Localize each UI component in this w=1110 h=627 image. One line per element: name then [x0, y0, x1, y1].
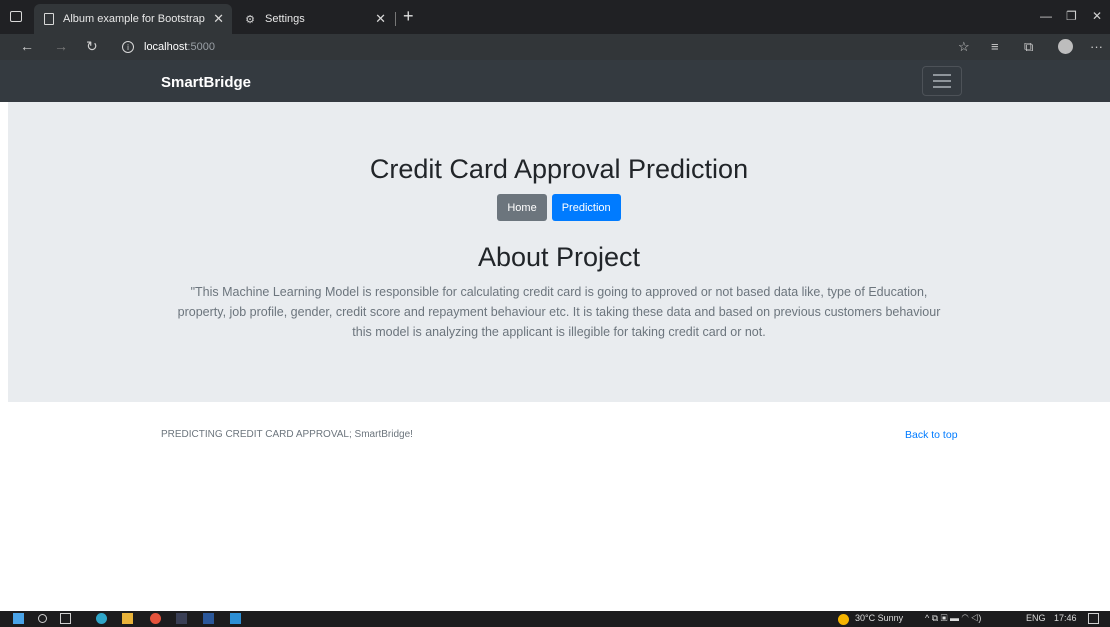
task-view-icon[interactable] [60, 613, 71, 624]
about-description: "This Machine Learning Model is responsi… [177, 285, 941, 339]
navbar-brand[interactable]: SmartBridge [161, 74, 251, 91]
tab-divider [395, 12, 396, 26]
new-tab-icon[interactable]: + [403, 6, 414, 27]
restore-icon[interactable]: ❐ [1066, 9, 1077, 23]
clock[interactable]: 17:46 [1054, 613, 1077, 623]
site-navbar: SmartBridge [0, 60, 1110, 102]
tray-icons[interactable]: ^ ⧉ ▣ ▬ ◠ ◁) [925, 613, 981, 624]
favorites-icon[interactable]: ≡ [991, 39, 999, 54]
file-explorer-icon[interactable] [122, 613, 133, 624]
url-field[interactable]: i localhost:5000 [112, 36, 1092, 58]
url-port: :5000 [187, 41, 215, 53]
tab-album-example[interactable]: Album example for Bootstrap ✕ [34, 4, 232, 34]
weather-sun-icon [838, 614, 849, 625]
hamburger-line [933, 86, 951, 88]
about-heading: About Project [477, 242, 641, 272]
url-host: localhost [144, 41, 188, 53]
home-button[interactable]: Home [497, 194, 547, 221]
search-icon[interactable] [38, 614, 47, 623]
navbar-toggler-button[interactable] [922, 66, 962, 96]
close-tab-icon[interactable]: ✕ [213, 11, 224, 27]
terminal-icon[interactable] [176, 613, 187, 624]
language-indicator[interactable]: ENG [1026, 613, 1046, 623]
gear-icon: ⚙ [245, 13, 255, 26]
hamburger-line [933, 80, 951, 82]
windows-taskbar: 30°C Sunny ^ ⧉ ▣ ▬ ◠ ◁) ENG 17:46 [0, 611, 1110, 627]
site-info-icon[interactable]: i [122, 41, 134, 53]
jumbotron: Credit Card Approval Prediction Home Pre… [8, 102, 1110, 402]
browser-tab-bar: Album example for Bootstrap ✕ ⚙ Settings… [0, 0, 1110, 34]
app-icon[interactable] [230, 613, 241, 624]
collections-icon[interactable]: ⧉ [1024, 39, 1033, 55]
edge-icon[interactable] [96, 613, 107, 624]
notifications-icon[interactable] [1088, 613, 1099, 624]
profile-icon[interactable] [1058, 39, 1073, 54]
back-to-top-link[interactable]: Back to top [905, 429, 958, 441]
address-bar-row: ← → ↻ i localhost:5000 ☆ ≡ ⧉ ··· [0, 34, 1110, 60]
more-menu-icon[interactable]: ··· [1090, 39, 1103, 54]
word-icon[interactable] [203, 613, 214, 624]
back-icon[interactable]: ← [20, 38, 34, 54]
tab-actions-icon[interactable] [10, 11, 22, 22]
footer-text: PREDICTING CREDIT CARD APPROVAL; SmartBr… [161, 429, 413, 440]
start-icon[interactable] [13, 613, 24, 624]
page-icon [44, 13, 54, 25]
tab-settings[interactable]: ⚙ Settings ✕ [234, 4, 394, 34]
tab-title: Album example for Bootstrap [63, 13, 205, 25]
forward-icon[interactable]: → [54, 38, 68, 54]
add-favorite-icon[interactable]: ☆ [958, 39, 970, 55]
hamburger-line [933, 74, 951, 76]
page-title: Credit Card Approval Prediction [369, 154, 749, 184]
prediction-button[interactable]: Prediction [551, 194, 621, 221]
tab-title: Settings [265, 13, 305, 25]
refresh-icon[interactable]: ↻ [86, 38, 98, 55]
close-tab-icon[interactable]: ✕ [375, 11, 386, 27]
minimize-icon[interactable]: — [1040, 9, 1052, 23]
close-window-icon[interactable]: ✕ [1092, 9, 1102, 23]
weather-text[interactable]: 30°C Sunny [855, 613, 903, 623]
chrome-icon[interactable] [150, 613, 161, 624]
hero-buttons: Home Prediction [8, 194, 1110, 221]
